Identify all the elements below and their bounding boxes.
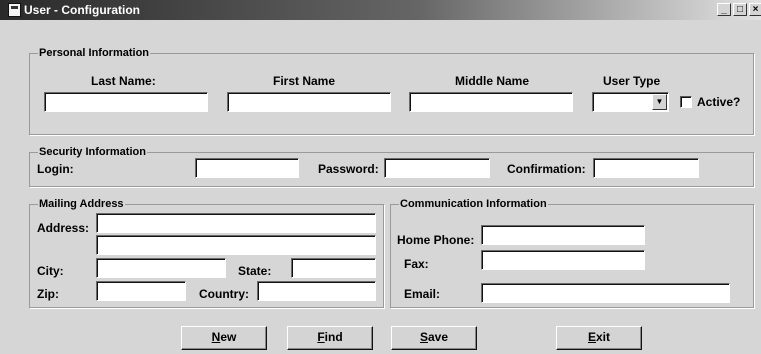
fax-input[interactable]	[481, 250, 645, 270]
country-input[interactable]	[257, 281, 376, 301]
app-icon	[8, 3, 21, 17]
middle-name-input[interactable]	[409, 92, 573, 112]
first-name-input[interactable]	[227, 92, 391, 112]
personal-info-legend: Personal Information	[38, 46, 151, 60]
email-input[interactable]	[481, 283, 730, 303]
city-label: City:	[37, 264, 64, 278]
save-button[interactable]: Save	[391, 326, 477, 350]
mailing-address-legend: Mailing Address	[38, 197, 125, 211]
home-phone-label: Home Phone:	[397, 233, 475, 247]
zip-input[interactable]	[96, 281, 186, 301]
close-button[interactable]: ×	[749, 3, 761, 16]
login-input[interactable]	[195, 158, 299, 178]
active-checkbox[interactable]	[680, 96, 692, 108]
find-button[interactable]: Find	[287, 326, 373, 350]
email-label: Email:	[404, 287, 441, 301]
user-type-select[interactable]: ▼	[592, 92, 669, 112]
country-label: Country:	[199, 287, 249, 301]
password-label: Password:	[318, 162, 379, 176]
home-phone-input[interactable]	[481, 225, 645, 245]
city-input[interactable]	[96, 258, 226, 278]
password-input[interactable]	[384, 158, 490, 178]
fax-label: Fax:	[404, 257, 429, 271]
window-title: User - Configuration	[24, 3, 140, 17]
user-type-label: User Type	[603, 74, 661, 88]
address-line1-input[interactable]	[96, 213, 376, 233]
first-name-label: First Name	[273, 74, 336, 88]
close-icon: ×	[752, 4, 759, 15]
exit-button[interactable]: Exit	[556, 326, 642, 350]
minimize-button[interactable]: _	[717, 3, 731, 16]
login-label: Login:	[37, 162, 74, 176]
communication-info-legend: Communication Information	[399, 197, 548, 211]
address-label: Address:	[37, 221, 90, 235]
address-line2-input[interactable]	[96, 235, 376, 255]
state-input[interactable]	[291, 258, 376, 278]
new-button[interactable]: New	[181, 326, 267, 350]
maximize-button[interactable]: □	[733, 3, 747, 16]
last-name-label: Last Name:	[91, 74, 156, 88]
title-bar[interactable]: User - Configuration _ □ ×	[0, 0, 761, 20]
last-name-input[interactable]	[44, 92, 208, 112]
confirmation-input[interactable]	[593, 158, 699, 178]
dropdown-arrow-icon[interactable]: ▼	[652, 94, 667, 110]
confirmation-label: Confirmation:	[507, 162, 586, 176]
active-label: Active?	[697, 95, 741, 109]
middle-name-label: Middle Name	[455, 74, 530, 88]
zip-label: Zip:	[37, 287, 59, 301]
state-label: State:	[238, 264, 272, 278]
security-info-legend: Security Information	[38, 145, 147, 159]
